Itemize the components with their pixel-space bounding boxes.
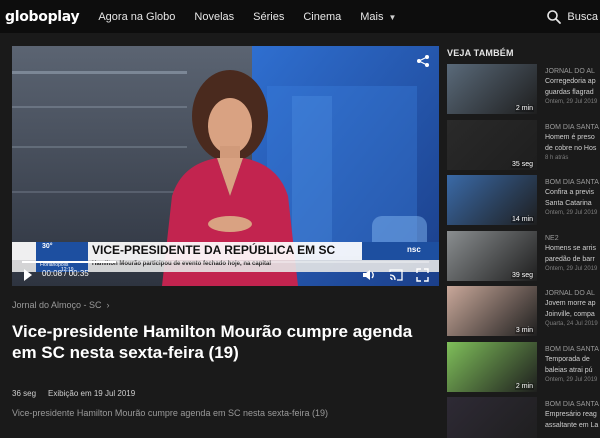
related-video-duration: 35 seg xyxy=(510,160,534,168)
related-video-date: Ontem, 29 Jul 2019 xyxy=(545,210,598,216)
related-video-info: BOM DIA SANTA Homem é preso de cobre no Ho… xyxy=(545,124,600,161)
related-video-program: BOM DIA SANTA xyxy=(545,123,599,131)
related-video-program: JORNAL DO AL xyxy=(545,68,595,75)
nav-item-agora-na-globo[interactable]: Agora na Globo xyxy=(98,11,175,23)
breadcrumb-program: Jornal do Almoço - SC xyxy=(12,300,102,310)
player-controls: 00:08 / 00:35 xyxy=(12,258,439,286)
video-duration: 36 seg xyxy=(12,389,37,398)
nav-item-cinema[interactable]: Cinema xyxy=(303,11,341,23)
related-video-info: BOM DIA SANTA Empresário reag assaltante e… xyxy=(545,401,600,430)
related-video-info: JORNAL DO AL Corregedoria ap guardas flagr… xyxy=(545,68,600,105)
chevron-down-icon: ▼ xyxy=(388,12,397,22)
related-video-title-line: de cobre no Hos xyxy=(545,144,597,152)
video-meta: 36 seg Exibição em 19 Jul 2019 xyxy=(12,389,147,398)
related-video-program: BOM DIA SANTA xyxy=(545,345,599,353)
related-video-duration: 2 min xyxy=(514,105,534,112)
related-video-title-line: Santa Catarina xyxy=(545,200,592,207)
related-video-duration: 3 min xyxy=(514,327,534,334)
sidebar-heading: VEJA TAMBÉM xyxy=(447,48,514,58)
cast-icon[interactable] xyxy=(389,268,403,282)
fullscreen-icon[interactable] xyxy=(416,268,429,282)
related-video-item[interactable]: 3 min JORNAL DO AL Jovem morre ap Joinville… xyxy=(447,286,600,336)
time-display: 00:08 / 00:35 xyxy=(42,269,89,278)
nav-item-mais-label: Mais xyxy=(360,10,384,23)
related-video-item[interactable]: BOM DIA SANTA Empresário reag assaltante e… xyxy=(447,397,600,438)
breadcrumb[interactable]: Jornal do Almoço - SC › xyxy=(12,300,110,310)
related-video-info: NE2 Homens se arris paredão de barr Ontem, … xyxy=(545,235,600,272)
related-video-title-line: baleias atrai pú xyxy=(545,366,593,374)
search-button[interactable]: Busca xyxy=(546,0,600,33)
search-label: Busca xyxy=(567,10,598,23)
related-video-thumbnail[interactable]: 35 seg xyxy=(447,119,537,170)
main-nav: Agora na Globo Novelas Séries Cinema Mai… xyxy=(98,11,415,23)
channel-logo: nsc xyxy=(407,245,421,254)
nav-item-series[interactable]: Séries xyxy=(253,11,284,23)
related-video-thumbnail[interactable]: 14 min xyxy=(447,175,537,225)
current-time: 00:08 xyxy=(42,269,63,278)
related-video-title-line: guardas flagrad xyxy=(545,89,594,96)
related-video-title-line: Confira a previs xyxy=(545,189,595,196)
progress-bar[interactable] xyxy=(22,261,429,263)
globoplay-logo[interactable]: globoplay xyxy=(5,9,80,25)
related-video-item[interactable]: 39 seg NE2 Homens se arris paredão de barr O… xyxy=(447,230,600,281)
related-video-title-line: Homem é preso xyxy=(545,133,595,141)
related-video-title-line: Empresário reag xyxy=(545,411,597,418)
related-video-duration: 14 min xyxy=(510,216,534,223)
related-video-date: 8 h atrás xyxy=(545,154,569,161)
related-video-thumbnail[interactable]: 3 min xyxy=(447,286,537,336)
related-video-title-line: Joinville, compa xyxy=(545,311,595,318)
related-video-date: Ontem, 29 Jul 2019 xyxy=(545,265,598,272)
time-separator: / xyxy=(64,269,67,278)
related-video-program: BOM DIA SANTA xyxy=(545,179,599,186)
related-video-title-line: Jovem morre ap xyxy=(545,300,596,307)
related-video-item[interactable]: 14 min BOM DIA SANTA Confira a previs Santa… xyxy=(447,175,600,225)
video-aired-date: Exibição em 19 Jul 2019 xyxy=(48,389,136,398)
related-video-info: BOM DIA SANTA Temporada de baleias atrai p… xyxy=(545,346,600,383)
related-video-program: NE2 xyxy=(545,234,559,242)
related-video-date: Ontem, 29 Jul 2019 xyxy=(545,376,598,383)
related-video-title-line: Temporada de xyxy=(545,355,590,363)
play-icon[interactable] xyxy=(23,268,33,282)
video-description: Vice-presidente Hamilton Mourão cumpre a… xyxy=(12,408,328,418)
duration-time: 00:35 xyxy=(68,269,89,278)
related-video-info: BOM DIA SANTA Confira a previs Santa Catar… xyxy=(545,179,600,216)
related-video-date: Quarta, 24 Jul 2019 xyxy=(545,321,598,327)
related-video-title-line: Corregedoria ap xyxy=(545,78,596,85)
related-video-thumbnail[interactable]: 39 seg xyxy=(447,230,537,281)
related-video-thumbnail[interactable]: 2 min xyxy=(447,64,537,114)
weather-temp: 30° xyxy=(42,243,53,250)
volume-icon[interactable] xyxy=(362,268,376,282)
related-video-item[interactable]: 35 seg BOM DIA SANTA Homem é preso de cobre… xyxy=(447,119,600,170)
related-video-item[interactable]: 2 min BOM DIA SANTA Temporada de baleias at… xyxy=(447,341,600,392)
related-video-thumbnail[interactable] xyxy=(447,397,537,438)
top-navigation-bar: globoplay Agora na Globo Novelas Séries … xyxy=(0,0,600,33)
related-video-duration: 39 seg xyxy=(510,271,534,279)
related-video-duration: 2 min xyxy=(514,382,534,390)
share-icon[interactable] xyxy=(416,54,430,68)
progress-bar-fill xyxy=(22,261,116,263)
related-video-date: Ontem, 29 Jul 2019 xyxy=(545,99,598,105)
related-video-program: BOM DIA SANTA xyxy=(545,401,599,408)
nav-item-mais[interactable]: Mais ▼ xyxy=(360,11,396,23)
related-video-info: JORNAL DO AL Jovem morre ap Joinville, com… xyxy=(545,290,600,327)
ticker-headline: VICE-PRESIDENTE DA REPÚBLICA EM SC xyxy=(92,243,336,257)
related-video-title-line: paredão de barr xyxy=(545,255,595,263)
related-video-title-line: assaltante em La xyxy=(545,422,599,429)
search-icon xyxy=(547,9,562,24)
related-video-item[interactable]: 2 min JORNAL DO AL Corregedoria ap guardas … xyxy=(447,64,600,114)
related-video-program: JORNAL DO AL xyxy=(545,290,595,297)
related-video-thumbnail[interactable]: 2 min xyxy=(447,341,537,392)
nav-item-novelas[interactable]: Novelas xyxy=(194,11,234,23)
video-player[interactable]: 30° Florianópolis 12:19 VICE-PRESIDENTE … xyxy=(12,46,439,286)
chevron-right-icon: › xyxy=(106,300,110,310)
video-title: Vice-presidente Hamilton Mourão cumpre a… xyxy=(12,322,413,362)
related-video-title-line: Homens se arris xyxy=(545,244,596,252)
